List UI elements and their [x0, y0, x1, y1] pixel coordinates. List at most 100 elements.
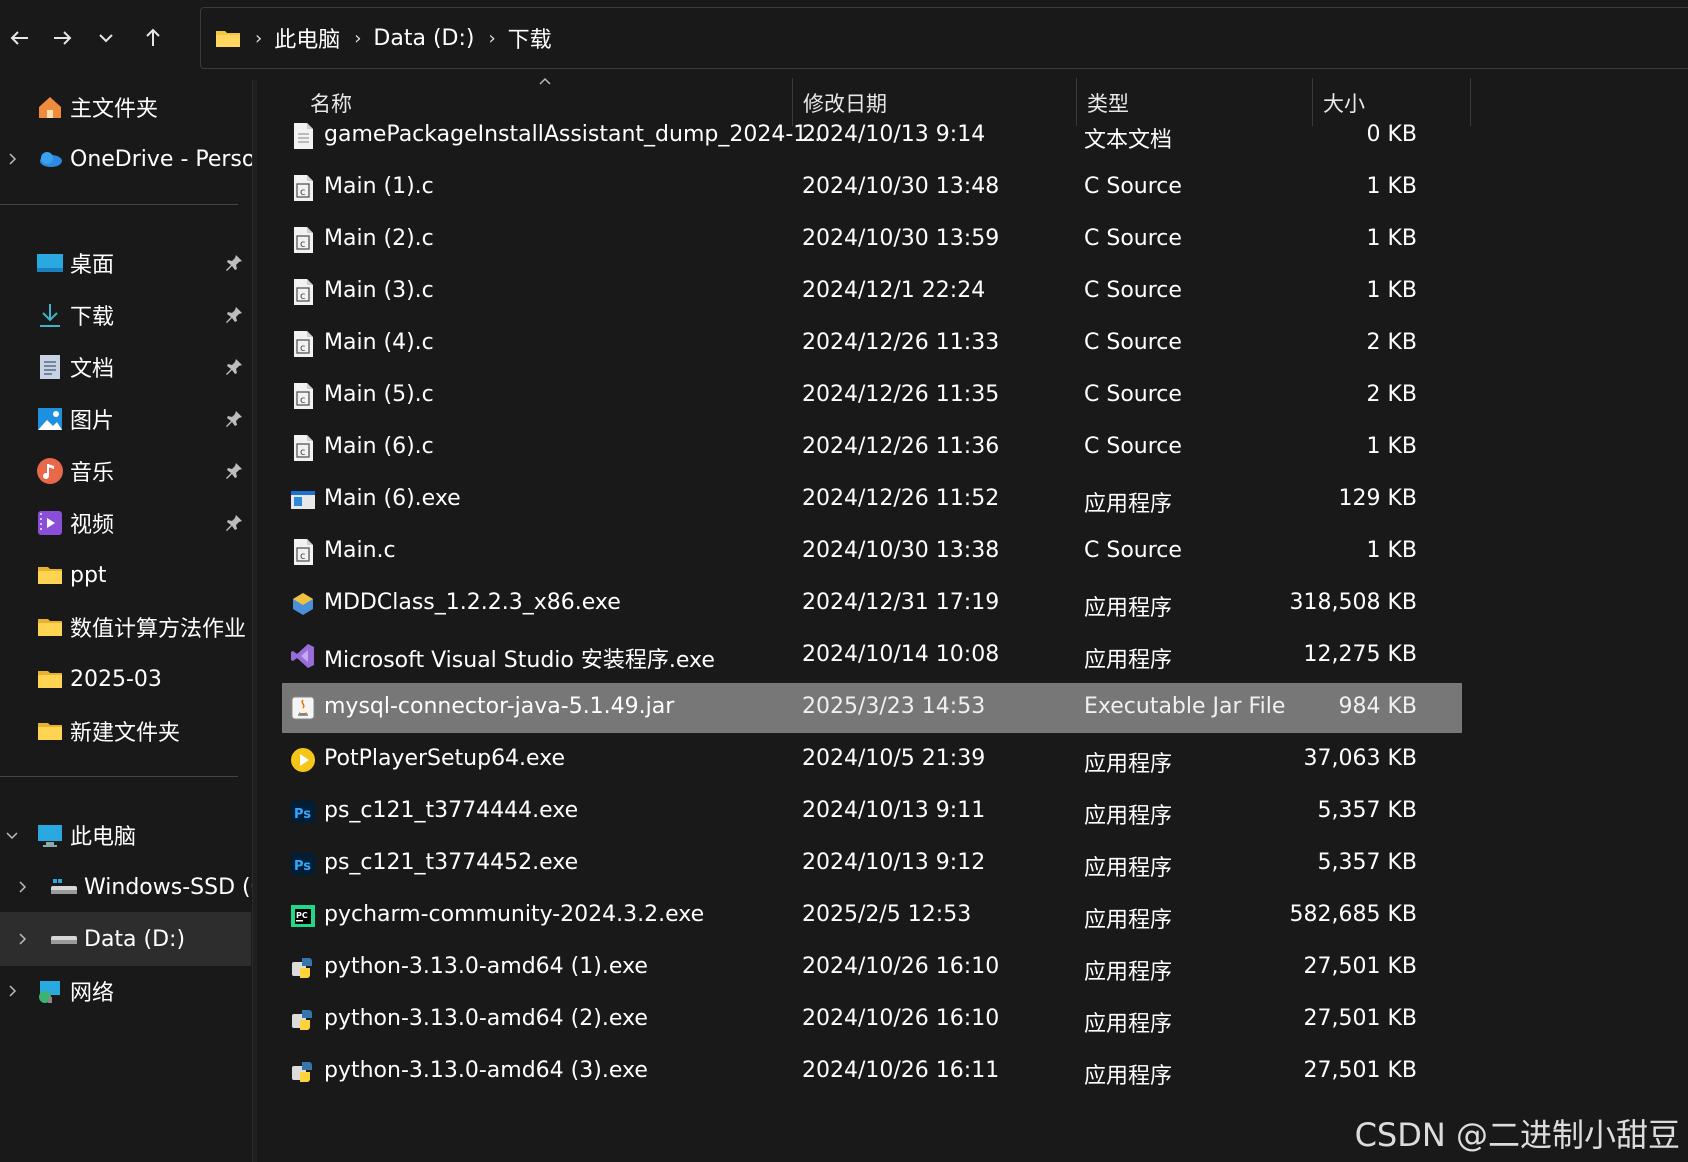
file-size: 2 KB — [1366, 382, 1417, 407]
pin-icon[interactable] — [224, 461, 244, 481]
file-name: Main.c — [324, 538, 396, 563]
pin-icon[interactable] — [224, 253, 244, 273]
document-icon — [40, 355, 60, 379]
pane-splitter[interactable] — [252, 80, 257, 1162]
file-row[interactable]: Microsoft Visual Studio 安装程序.exe 2024/10/… — [282, 631, 1462, 681]
network-icon — [39, 981, 60, 1003]
sidebar-item-this-pc[interactable]: 此电脑 — [0, 808, 252, 862]
pin-icon[interactable] — [224, 513, 244, 533]
file-row[interactable]: gamePackageInstallAssistant_dump_2024-1.… — [282, 111, 1462, 161]
file-row[interactable]: c Main (3).c 2024/12/1 22:24 C Source 1 KB — [282, 267, 1462, 317]
file-name: pycharm-community-2024.3.2.exe — [324, 902, 705, 927]
pin-icon[interactable] — [224, 357, 244, 377]
sidebar-divider — [0, 204, 238, 205]
chevron-right-icon: › — [255, 27, 263, 49]
file-date: 2024/10/13 9:14 — [802, 122, 986, 147]
file-row[interactable]: Main (6).exe 2024/12/26 11:52 应用程序 129 KB — [282, 475, 1462, 525]
sidebar-item-home[interactable]: 主文件夹 — [0, 80, 252, 134]
sidebar-item-data-drive[interactable]: Data (D:) — [0, 912, 251, 966]
file-date: 2025/3/23 14:53 — [802, 694, 986, 719]
column-divider[interactable] — [1470, 78, 1471, 126]
sidebar-item-windows-ssd[interactable]: Windows-SSD (C — [0, 860, 252, 914]
file-name: Main (5).c — [324, 382, 434, 407]
chevron-right-icon[interactable] — [4, 983, 20, 999]
navigation-bar: › 此电脑 › Data (D:) › 下载 — [0, 0, 1688, 72]
file-date: 2024/12/26 11:36 — [802, 434, 1000, 459]
sidebar-item-music[interactable]: 音乐 — [0, 444, 252, 498]
file-row[interactable]: c Main (2).c 2024/10/30 13:59 C Source 1 KB — [282, 215, 1462, 265]
text-file-icon — [290, 122, 316, 150]
breadcrumb-data-drive[interactable]: Data (D:) — [373, 26, 474, 51]
recent-locations-button[interactable] — [86, 18, 126, 58]
sidebar-item-pictures[interactable]: 图片 — [0, 392, 252, 446]
breadcrumb-this-pc[interactable]: 此电脑 — [274, 22, 340, 54]
sidebar-item-new-folder[interactable]: 新建文件夹 — [0, 704, 252, 758]
file-row[interactable]: Ps ps_c121_t3774444.exe 2024/10/13 9:11 应用程… — [282, 787, 1462, 837]
address-bar[interactable]: › 此电脑 › Data (D:) › 下载 — [200, 7, 1688, 69]
file-type: Executable Jar File — [1084, 694, 1286, 719]
svg-text:c: c — [300, 395, 306, 406]
file-name: ps_c121_t3774452.exe — [324, 850, 579, 875]
forward-button[interactable] — [42, 18, 82, 58]
sidebar-item-desktop[interactable]: 桌面 — [0, 236, 252, 290]
sidebar-item-documents[interactable]: 文档 — [0, 340, 252, 394]
pin-icon[interactable] — [224, 305, 244, 325]
chevron-right-icon[interactable] — [4, 151, 20, 167]
potplayer-icon — [290, 746, 316, 774]
c-source-icon: c — [290, 330, 316, 358]
file-type: C Source — [1084, 434, 1182, 459]
sidebar-item-numerical-homework[interactable]: 数值计算方法作业 — [0, 600, 252, 654]
file-row[interactable]: python-3.13.0-amd64 (2).exe 2024/10/26 16… — [282, 995, 1462, 1045]
file-row[interactable]: c Main.c 2024/10/30 13:38 C Source 1 KB — [282, 527, 1462, 577]
sidebar-item-ppt[interactable]: ppt — [0, 548, 252, 602]
file-row[interactable]: PC pycharm-community-2024.3.2.exe 2025/2/5… — [282, 891, 1462, 941]
sidebar-item-label: 图片 — [70, 409, 115, 434]
onedrive-cloud-icon — [40, 152, 62, 167]
file-row[interactable]: python-3.13.0-amd64 (1).exe 2024/10/26 16… — [282, 943, 1462, 993]
file-date: 2024/12/26 11:33 — [802, 330, 1000, 355]
file-name: gamePackageInstallAssistant_dump_2024-1.… — [324, 122, 829, 147]
up-button[interactable] — [133, 18, 173, 58]
pin-icon[interactable] — [224, 409, 244, 429]
sidebar-item-2025-03[interactable]: 2025-03 — [0, 652, 252, 706]
sidebar-item-videos[interactable]: 视频 — [0, 496, 252, 550]
file-row[interactable]: python-3.13.0-amd64 (3).exe 2024/10/26 16… — [282, 1047, 1462, 1097]
file-row[interactable]: c Main (6).c 2024/12/26 11:36 C Source 1 KB — [282, 423, 1462, 473]
chevron-right-icon[interactable] — [14, 931, 30, 947]
file-type: 应用程序 — [1084, 804, 1173, 829]
file-size: 1 KB — [1366, 174, 1417, 199]
file-row[interactable]: MDDClass_1.2.2.3_x86.exe 2024/12/31 17:19… — [282, 579, 1462, 629]
sidebar-item-downloads[interactable]: 下载 — [0, 288, 252, 342]
file-row[interactable]: c Main (4).c 2024/12/26 11:33 C Source 2 KB — [282, 319, 1462, 369]
file-row[interactable]: c Main (1).c 2024/10/30 13:48 C Source 1 KB — [282, 163, 1462, 213]
c-source-icon: c — [290, 226, 316, 254]
file-type: 应用程序 — [1084, 492, 1173, 517]
svg-text:c: c — [300, 187, 306, 198]
folder-icon — [216, 31, 240, 47]
svg-text:c: c — [300, 343, 306, 354]
file-date: 2024/12/1 22:24 — [802, 278, 986, 303]
exe-window-icon — [290, 486, 316, 514]
breadcrumb-downloads[interactable]: 下载 — [508, 22, 552, 54]
file-row[interactable]: c Main (5).c 2024/12/26 11:35 C Source 2 KB — [282, 371, 1462, 421]
svg-text:c: c — [300, 239, 306, 250]
drive-icon — [51, 879, 77, 894]
svg-text:Ps: Ps — [294, 859, 311, 874]
sidebar-item-label: 音乐 — [70, 461, 115, 486]
file-size: 27,501 KB — [1303, 954, 1418, 979]
file-type: 应用程序 — [1084, 752, 1173, 777]
c-source-icon: c — [290, 538, 316, 566]
back-button[interactable] — [0, 18, 40, 58]
file-row[interactable]: mysql-connector-java-5.1.49.jar 2025/3/23… — [282, 683, 1462, 733]
sidebar-item-onedrive[interactable]: OneDrive - Persor — [0, 132, 252, 186]
file-row[interactable]: Ps ps_c121_t3774452.exe 2024/10/13 9:12 应用程… — [282, 839, 1462, 889]
c-source-icon: c — [290, 382, 316, 410]
sidebar-item-network[interactable]: 网络 — [0, 964, 252, 1018]
chevron-down-icon[interactable] — [4, 827, 20, 843]
file-row[interactable]: PotPlayerSetup64.exe 2024/10/5 21:39 应用程序 3… — [282, 735, 1462, 785]
folder-icon — [38, 619, 62, 636]
chevron-right-icon[interactable] — [14, 879, 30, 895]
java-jar-icon — [290, 694, 316, 722]
file-size: 582,685 KB — [1289, 902, 1418, 927]
chevron-right-icon: › — [354, 27, 362, 49]
